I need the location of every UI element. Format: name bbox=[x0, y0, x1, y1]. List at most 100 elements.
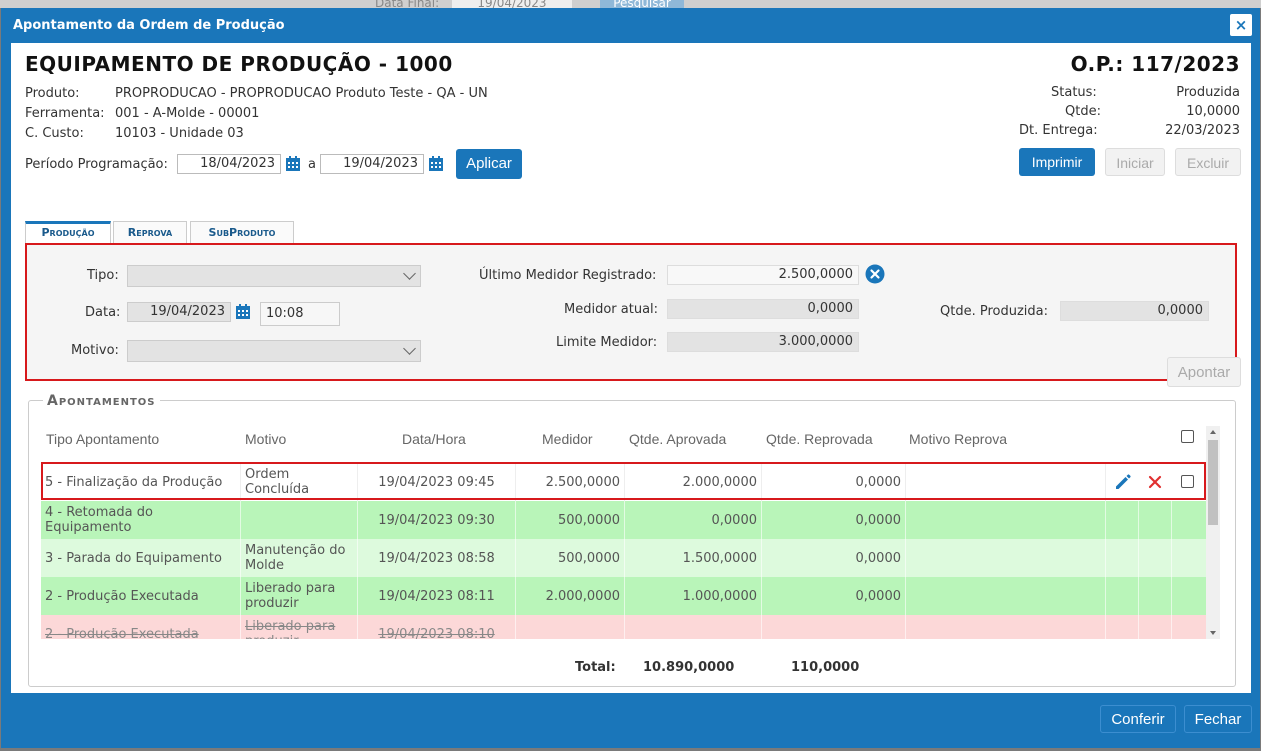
medidor-atual-label: Medidor atual: bbox=[564, 302, 659, 317]
cell-motivo-reprova bbox=[906, 577, 1106, 615]
cell-reprovada bbox=[762, 615, 906, 639]
medidor-atual-value[interactable]: 0,0000 bbox=[667, 299, 859, 319]
table-row[interactable]: 3 - Parada do Equipamento Manutenção do … bbox=[41, 539, 1206, 577]
cell-datahora: 19/04/2023 08:58 bbox=[358, 539, 516, 577]
cell-tipo: 2 - Produção Executada bbox=[41, 615, 241, 639]
confirm-button[interactable]: Conferir bbox=[1100, 705, 1176, 733]
custo-value: 10103 - Unidade 03 bbox=[115, 126, 244, 141]
cell-reprovada: 0,0000 bbox=[762, 539, 906, 577]
apontamentos-legend: Apontamentos bbox=[43, 393, 160, 409]
limite-medidor-value: 3.000,0000 bbox=[667, 332, 859, 352]
cell-motivo: Liberado para produzir bbox=[241, 615, 358, 639]
op-number: O.P.: 117/2023 bbox=[1070, 52, 1240, 76]
select-all-checkbox[interactable] bbox=[1181, 430, 1194, 443]
table-row[interactable]: 2 - Produção Executada Liberado para pro… bbox=[41, 577, 1206, 615]
clear-icon[interactable] bbox=[865, 264, 885, 284]
col-medidor: Medidor bbox=[542, 431, 593, 447]
apontamento-form: Tipo: Data: 19/04/2023 10:08 Motivo: Últ… bbox=[25, 243, 1237, 381]
custo-label: C. Custo: bbox=[25, 126, 84, 141]
period-label: Período Programação: bbox=[25, 157, 168, 172]
period-separator: a bbox=[308, 157, 316, 172]
apontar-button[interactable]: Apontar bbox=[1167, 357, 1241, 387]
produto-label: Produto: bbox=[25, 86, 80, 101]
cell-reprovada: 0,0000 bbox=[762, 577, 906, 615]
scroll-thumb[interactable] bbox=[1208, 440, 1218, 525]
scroll-down-icon[interactable] bbox=[1210, 631, 1216, 635]
qtde-value: 10,0000 bbox=[1186, 104, 1240, 119]
col-tipo: Tipo Apontamento bbox=[46, 431, 160, 447]
total-reprovada: 110,0000 bbox=[791, 660, 860, 675]
col-reprovada: Qtde. Reprovada bbox=[766, 431, 873, 447]
cell-motivo: Liberado para produzir bbox=[241, 577, 358, 615]
equipment-title: EQUIPAMENTO DE PRODUÇÃO - 1000 bbox=[25, 52, 453, 76]
calendar-icon[interactable] bbox=[285, 156, 301, 172]
background-strip: Data Final: 19/04/2023 Pesquisar bbox=[0, 0, 1261, 10]
apply-button[interactable]: Aplicar bbox=[456, 149, 522, 179]
cell-datahora: 19/04/2023 08:10 bbox=[358, 615, 516, 639]
qtde-label: Qtde: bbox=[1065, 104, 1101, 119]
entrega-value: 22/03/2023 bbox=[1165, 123, 1240, 138]
hora-input[interactable]: 10:08 bbox=[260, 302, 340, 326]
qtde-produzida-label: Qtde. Produzida: bbox=[940, 304, 1048, 319]
total-label: Total: bbox=[575, 660, 616, 675]
calendar-icon[interactable] bbox=[235, 304, 251, 320]
chevron-down-icon bbox=[403, 342, 416, 355]
chevron-down-icon bbox=[403, 267, 416, 280]
cell-aprovada: 0,0000 bbox=[625, 501, 762, 539]
cell-aprovada bbox=[625, 615, 762, 639]
cell-motivo-reprova bbox=[906, 501, 1106, 539]
cell-motivo-reprova bbox=[906, 615, 1106, 639]
cell-action bbox=[1139, 501, 1172, 539]
produto-value: PROPRODUCAO - PROPRODUCAO Produto Teste … bbox=[115, 86, 488, 101]
period-start-input[interactable]: 18/04/2023 bbox=[177, 154, 281, 174]
close-button[interactable]: Fechar bbox=[1184, 705, 1252, 733]
cell-action bbox=[1106, 501, 1139, 539]
tipo-label: Tipo: bbox=[87, 268, 119, 283]
cell-action bbox=[1106, 577, 1139, 615]
cell-action bbox=[1139, 577, 1172, 615]
col-motivo: Motivo bbox=[245, 431, 287, 447]
close-dialog-button[interactable]: × bbox=[1230, 14, 1252, 36]
cell-tipo: 3 - Parada do Equipamento bbox=[41, 539, 241, 577]
table-row[interactable]: 4 - Retomada do Equipamento 19/04/2023 0… bbox=[41, 501, 1206, 539]
tab-producao[interactable]: Produção bbox=[25, 221, 111, 243]
row-highlight-frame bbox=[41, 462, 1206, 500]
print-button[interactable]: Imprimir bbox=[1019, 148, 1095, 176]
start-button[interactable]: Iniciar bbox=[1105, 148, 1165, 176]
cell-medidor: 2.000,0000 bbox=[516, 577, 625, 615]
table-row[interactable]: 2 - Produção Executada Liberado para pro… bbox=[41, 615, 1206, 639]
cell-datahora: 19/04/2023 09:30 bbox=[358, 501, 516, 539]
cell-tipo: 2 - Produção Executada bbox=[41, 577, 241, 615]
dialog-title: Apontamento da Ordem de Produção bbox=[13, 18, 285, 33]
tab-reprova[interactable]: Reprova bbox=[113, 221, 187, 243]
cell-motivo: Manutenção do Molde bbox=[241, 539, 358, 577]
motivo-select[interactable] bbox=[127, 340, 421, 362]
ultimo-medidor-label: Último Medidor Registrado: bbox=[479, 268, 657, 283]
data-label: Data: bbox=[85, 305, 121, 320]
cell-medidor: 500,0000 bbox=[516, 501, 625, 539]
cell-action bbox=[1106, 615, 1139, 639]
ultimo-medidor-value: 2.500,0000 bbox=[667, 265, 859, 285]
period-end-input[interactable]: 19/04/2023 bbox=[320, 154, 424, 174]
cell-motivo-reprova bbox=[906, 539, 1106, 577]
scroll-up-icon[interactable] bbox=[1210, 430, 1216, 434]
cell-action bbox=[1139, 539, 1172, 577]
cell-aprovada: 1.500,0000 bbox=[625, 539, 762, 577]
delete-op-button[interactable]: Excluir bbox=[1175, 148, 1241, 176]
tipo-select[interactable] bbox=[127, 265, 421, 287]
total-aprovada: 10.890,0000 bbox=[643, 660, 735, 675]
ferramenta-value: 001 - A-Molde - 00001 bbox=[115, 106, 260, 121]
data-input[interactable]: 19/04/2023 bbox=[127, 302, 231, 322]
col-motivo-reprova: Motivo Reprova bbox=[909, 431, 1008, 447]
ferramenta-label: Ferramenta: bbox=[25, 106, 105, 121]
calendar-icon[interactable] bbox=[428, 156, 444, 172]
col-datahora: Data/Hora bbox=[402, 431, 466, 447]
cell-datahora: 19/04/2023 08:11 bbox=[358, 577, 516, 615]
tab-subproduto[interactable]: SubProduto bbox=[190, 221, 294, 243]
cell-action bbox=[1139, 615, 1172, 639]
entrega-label: Dt. Entrega: bbox=[1019, 123, 1098, 138]
col-aprovada: Qtde. Aprovada bbox=[629, 431, 727, 447]
qtde-produzida-value[interactable]: 0,0000 bbox=[1060, 301, 1209, 321]
status-label: Status: bbox=[1051, 85, 1097, 100]
table-scrollbar[interactable] bbox=[1206, 426, 1220, 639]
